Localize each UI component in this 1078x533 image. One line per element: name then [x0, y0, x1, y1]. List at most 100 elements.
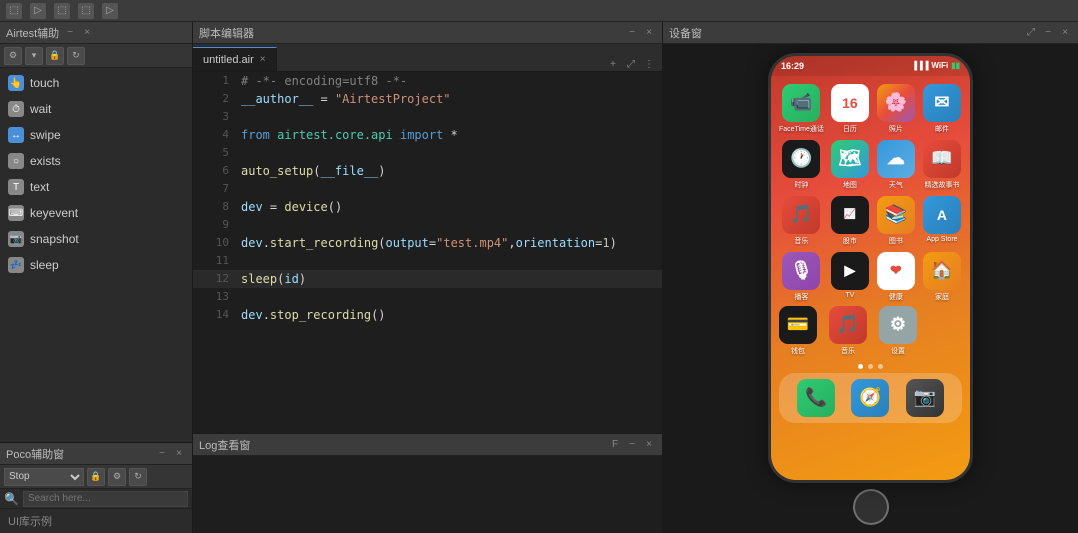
log-icon-f[interactable]: F — [608, 438, 622, 452]
ios-app-weather[interactable]: ☁ 天气 — [876, 140, 916, 190]
ios-app-tv[interactable]: ▶ TV — [830, 252, 870, 302]
poco-lock-icon[interactable]: 🔒 — [87, 468, 105, 486]
dock-phone-icon[interactable]: 📞 — [797, 379, 835, 417]
poco-toolbar: Stop 🔒 ⚙ ↻ — [0, 465, 192, 489]
code-line-8: 8 dev = device() — [193, 198, 662, 216]
ios-app-music[interactable]: 🎵 音乐 — [779, 196, 824, 246]
ios-app-imusic[interactable]: 🎵 音乐 — [829, 306, 867, 356]
airtest-settings-icon[interactable]: ⚙ — [4, 47, 22, 65]
airtest-item-keyevent[interactable]: ⌨ keyevent — [0, 200, 192, 226]
airtest-item-swipe[interactable]: ↔ swipe — [0, 122, 192, 148]
dock-safari-icon[interactable]: 🧭 — [851, 379, 889, 417]
airtest-item-sleep[interactable]: 💤 sleep — [0, 252, 192, 278]
ios-app-home[interactable]: 🏠 家庭 — [922, 252, 962, 302]
editor-close-btn[interactable]: × — [642, 26, 656, 40]
device-close-btn[interactable]: × — [1058, 26, 1072, 40]
dock-camera-icon[interactable]: 📷 — [906, 379, 944, 417]
code-editor[interactable]: 1 # -*- encoding=utf8 -*- 2 __author__ =… — [193, 72, 662, 433]
airtest-lock-icon[interactable]: 🔒 — [46, 47, 64, 65]
ios-app-stories[interactable]: 📖 精选故事书 — [922, 140, 962, 190]
ios-app-podcast[interactable]: 🎙 播客 — [779, 252, 824, 302]
ios-app-health[interactable]: ❤ 健康 — [876, 252, 916, 302]
airtest-chevron-icon[interactable]: ▾ — [25, 47, 43, 65]
poco-mode-select[interactable]: Stop — [4, 468, 84, 486]
poco-close-btn[interactable]: × — [172, 447, 186, 461]
ios-app-appstore[interactable]: A App Store — [922, 196, 962, 246]
toolbar-icon-3[interactable]: ⬚ — [54, 3, 70, 19]
photos-icon: 🌸 — [877, 84, 915, 122]
poco-refresh-icon[interactable]: ↻ — [129, 468, 147, 486]
ios-app-books[interactable]: 📚 图书 — [876, 196, 916, 246]
poco-minimize-btn[interactable]: − — [155, 447, 169, 461]
code-line-4: 4 from airtest.core.api import * — [193, 126, 662, 144]
weather-icon: ☁ — [877, 140, 915, 178]
airtest-close-btn[interactable]: × — [80, 26, 94, 40]
poco-settings-icon[interactable]: ⚙ — [108, 468, 126, 486]
calendar-icon: 16 — [831, 84, 869, 122]
airtest-item-swipe-label: swipe — [30, 128, 61, 142]
snapshot-icon: 📷 — [8, 231, 24, 247]
mail-icon: ✉ — [923, 84, 961, 122]
airtest-item-snapshot[interactable]: 📷 snapshot — [0, 226, 192, 252]
ios-home-button[interactable] — [853, 489, 889, 525]
log-close-btn[interactable]: × — [642, 438, 656, 452]
keyevent-icon: ⌨ — [8, 205, 24, 221]
editor-tabs-bar: untitled.air × + ⤢ ⋮ — [193, 44, 662, 72]
device-panel-header: 设备窗 ⤢ − × — [663, 22, 1078, 44]
imusic-icon: 🎵 — [829, 306, 867, 344]
toolbar-icon-1[interactable]: ⬚ — [6, 3, 22, 19]
tv-icon: ▶ — [831, 252, 869, 290]
editor-settings-btn[interactable]: ⋮ — [642, 57, 656, 71]
editor-tab-untitled[interactable]: untitled.air × — [193, 47, 277, 71]
clock-icon: 🕐 — [782, 140, 820, 178]
ios-app-settings[interactable]: ⚙ 设置 — [879, 306, 917, 356]
editor-add-tab-btn[interactable]: + — [606, 57, 620, 71]
ios-time: 16:29 — [781, 61, 804, 71]
stories-label: 精选故事书 — [924, 180, 959, 190]
airtest-item-sleep-label: sleep — [30, 258, 59, 272]
airtest-refresh-icon[interactable]: ↻ — [67, 47, 85, 65]
airtest-item-text[interactable]: T text — [0, 174, 192, 200]
airtest-item-exists-label: exists — [30, 154, 61, 168]
toolbar-icon-2[interactable]: ▷ — [30, 3, 46, 19]
code-line-6: 6 auto_setup(__file__) — [193, 162, 662, 180]
ios-app-photos[interactable]: 🌸 照片 — [876, 84, 916, 134]
airtest-item-text-label: text — [30, 180, 49, 194]
ios-app-clock[interactable]: 🕐 时钟 — [779, 140, 824, 190]
ios-dock: 📞 🧭 📷 — [779, 373, 962, 423]
device-minimize-btn[interactable]: − — [1041, 26, 1055, 40]
podcast-icon: 🎙 — [782, 252, 820, 290]
airtest-item-wait[interactable]: ⏱ wait — [0, 96, 192, 122]
poco-search-input[interactable] — [23, 491, 188, 507]
weather-label: 天气 — [889, 180, 903, 190]
iphone-screen[interactable]: 16:29 ▐▐▐ WiFi ▮▮ 📹 FaceTime通话 — [771, 56, 970, 480]
device-expand-icon[interactable]: ⤢ — [1024, 26, 1038, 40]
code-line-14: 14 dev.stop_recording() — [193, 306, 662, 324]
settings-app-icon: ⚙ — [879, 306, 917, 344]
code-line-12: 12 sleep(id) — [193, 270, 662, 288]
editor-expand-btn[interactable]: ⤢ — [624, 57, 638, 71]
photos-label: 照片 — [889, 124, 903, 134]
ios-app-mail[interactable]: ✉ 邮件 — [922, 84, 962, 134]
toolbar-icon-5[interactable]: ▷ — [102, 3, 118, 19]
ios-battery-icon: ▮▮ — [951, 61, 960, 70]
ios-app-facetime[interactable]: 📹 FaceTime通话 — [779, 84, 824, 134]
podcast-label: 播客 — [794, 292, 808, 302]
log-minimize-btn[interactable]: − — [625, 438, 639, 452]
airtest-item-exists[interactable]: ○ exists — [0, 148, 192, 174]
touch-icon: 👆 — [8, 75, 24, 91]
airtest-minimize-btn[interactable]: − — [63, 26, 77, 40]
editor-tab-close[interactable]: × — [260, 54, 266, 65]
airtest-item-touch-label: touch — [30, 76, 59, 90]
ios-app-wallet[interactable]: 💳 钱包 — [779, 306, 817, 356]
editor-minimize-btn[interactable]: − — [625, 26, 639, 40]
ios-app-calendar[interactable]: 16 日历 — [830, 84, 870, 134]
toolbar-icon-4[interactable]: ⬚ — [78, 3, 94, 19]
ios-app-stocks[interactable]: 📈 股市 — [830, 196, 870, 246]
maps-label: 地图 — [843, 180, 857, 190]
ios-app-maps[interactable]: 🗺 地图 — [830, 140, 870, 190]
home-label: 家庭 — [935, 292, 949, 302]
airtest-item-touch[interactable]: 👆 touch — [0, 70, 192, 96]
music-label: 音乐 — [794, 236, 808, 246]
appstore-icon: A — [923, 196, 961, 234]
